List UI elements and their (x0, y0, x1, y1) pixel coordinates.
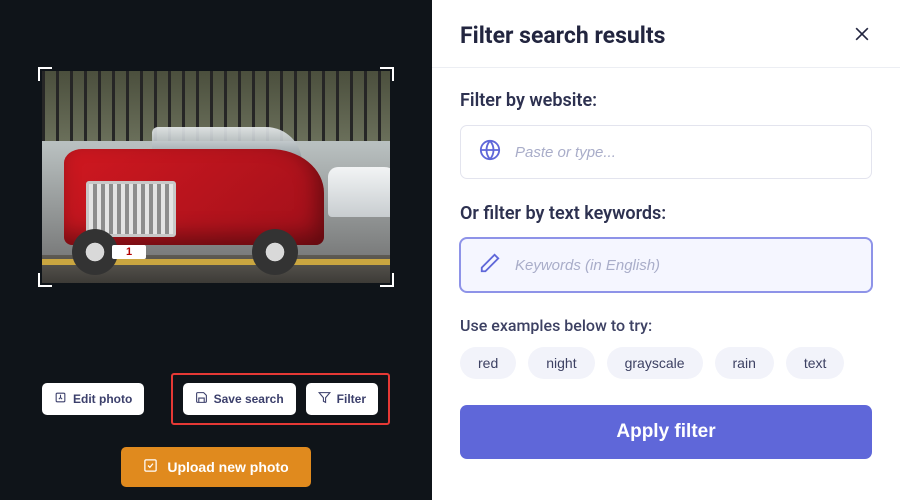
edit-photo-button[interactable]: Edit photo (42, 383, 144, 415)
chip-rain[interactable]: rain (715, 347, 774, 379)
panel-header: Filter search results (432, 0, 900, 68)
chip-night[interactable]: night (528, 347, 594, 379)
save-search-label: Save search (214, 392, 284, 406)
photo-actions: Edit photo Save search Filter (42, 373, 390, 425)
filter-website-label: Filter by website: (460, 90, 872, 111)
chip-red[interactable]: red (460, 347, 516, 379)
photo-crop-frame[interactable]: 1 (42, 71, 390, 283)
pencil-icon (479, 252, 501, 278)
photo-panel: 1 Edit photo Save search Filter Upload n… (0, 0, 432, 500)
website-input[interactable] (515, 144, 853, 161)
save-search-button[interactable]: Save search (183, 383, 296, 415)
example-chips: red night grayscale rain text (460, 347, 872, 379)
edit-photo-label: Edit photo (73, 392, 132, 406)
filter-panel: Filter search results Filter by website:… (432, 0, 900, 500)
chip-text[interactable]: text (786, 347, 845, 379)
panel-title: Filter search results (460, 22, 665, 49)
upload-icon (143, 458, 158, 476)
upload-label: Upload new photo (167, 459, 288, 475)
examples-label: Use examples below to try: (460, 316, 872, 335)
apply-filter-button[interactable]: Apply filter (460, 405, 872, 459)
upload-new-photo-button[interactable]: Upload new photo (121, 447, 310, 487)
keywords-input-wrap[interactable] (460, 238, 872, 292)
filter-button[interactable]: Filter (306, 383, 378, 415)
license-plate: 1 (112, 245, 146, 259)
highlighted-actions: Save search Filter (171, 373, 390, 425)
edit-icon (54, 391, 67, 407)
filter-label: Filter (337, 392, 366, 406)
filter-keywords-label: Or filter by text keywords: (460, 203, 872, 224)
uploaded-photo: 1 (42, 71, 390, 283)
filter-icon (318, 391, 331, 407)
globe-icon (479, 139, 501, 165)
close-icon[interactable] (852, 24, 872, 48)
chip-grayscale[interactable]: grayscale (607, 347, 703, 379)
website-input-wrap[interactable] (460, 125, 872, 179)
save-icon (195, 391, 208, 407)
keywords-input[interactable] (515, 257, 853, 274)
